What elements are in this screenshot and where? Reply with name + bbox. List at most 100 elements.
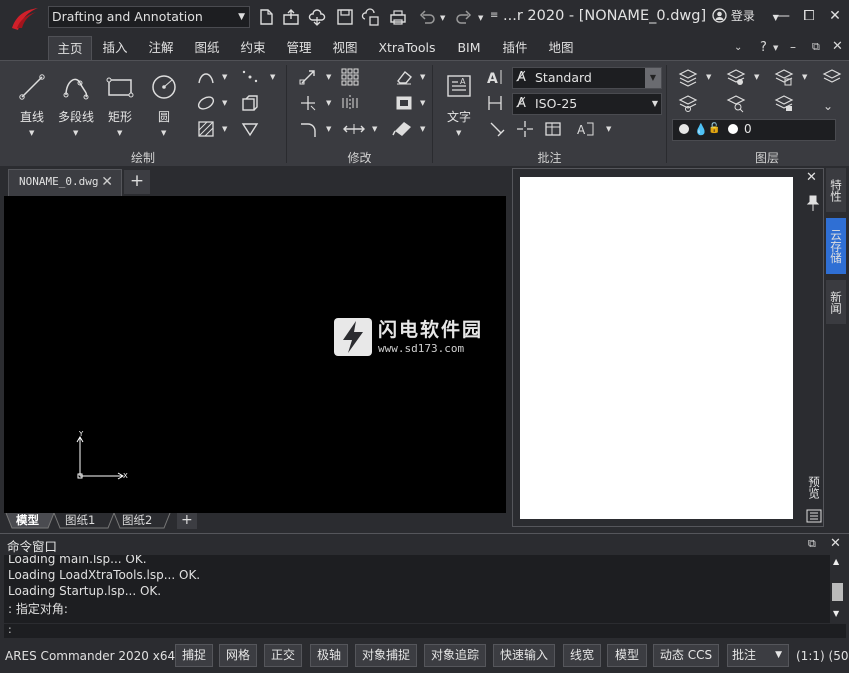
text-align-icon[interactable]: A <box>575 119 599 139</box>
ares-logo-icon[interactable] <box>8 6 40 32</box>
panel-close-icon[interactable]: ✕ <box>806 170 817 185</box>
chevron-down-icon[interactable]: ▼ <box>73 129 78 137</box>
side-tab-properties[interactable]: 特性 <box>826 168 846 212</box>
polyline-label[interactable]: 多段线 <box>54 108 98 125</box>
close-icon[interactable]: ✕ <box>101 170 113 194</box>
text-height-icon[interactable]: A <box>485 67 505 87</box>
line-label[interactable]: 直线 <box>14 108 50 125</box>
chevron-down-icon[interactable]: ▼ <box>222 99 227 107</box>
chevron-down-icon[interactable]: ▼ <box>326 125 331 133</box>
grid-toggle[interactable]: 网格 <box>219 644 257 667</box>
login-button[interactable]: 登录 ▼ <box>712 7 779 24</box>
model-toggle[interactable]: 模型 <box>607 644 647 667</box>
lineweight-toggle[interactable]: 线宽 <box>563 644 601 667</box>
print-icon[interactable] <box>388 7 408 27</box>
polyline-icon[interactable] <box>62 73 90 101</box>
chevron-down-icon[interactable]: ▼ <box>372 125 377 133</box>
chevron-down-icon[interactable]: ▼ <box>222 73 227 81</box>
text-style-select[interactable]: A̸ Standard ▼ <box>512 67 662 89</box>
layers-expand-icon[interactable]: ⌄ <box>823 99 833 113</box>
chevron-down-icon[interactable]: ▼ <box>222 125 227 133</box>
point-icon[interactable] <box>240 67 260 87</box>
rectangle-label[interactable]: 矩形 <box>102 108 138 125</box>
chevron-down-icon[interactable]: ▼ <box>420 73 425 81</box>
chevron-down-icon[interactable]: ▼ <box>456 129 461 137</box>
add-layout-button[interactable]: + <box>177 513 197 529</box>
command-scrollbar[interactable]: ▲ ▼ <box>830 555 845 623</box>
ortho-toggle[interactable]: 正交 <box>264 644 302 667</box>
new-document-tab-button[interactable]: + <box>124 170 150 194</box>
chevron-down-icon[interactable]: ▼ <box>117 129 122 137</box>
pin-icon[interactable] <box>806 194 820 212</box>
quick-input-toggle[interactable]: 快速输入 <box>493 644 555 667</box>
dim-style-select[interactable]: A̸ ISO-25 ▼ <box>512 93 662 115</box>
chevron-down-icon[interactable]: ▼ <box>29 129 34 137</box>
arc-icon[interactable] <box>196 67 216 87</box>
tab-bim[interactable]: BIM <box>450 36 488 60</box>
open-file-icon[interactable] <box>281 7 301 27</box>
chevron-down-icon[interactable]: ▼ <box>420 125 425 133</box>
stretch-icon[interactable] <box>342 119 366 139</box>
scroll-thumb[interactable] <box>832 583 843 601</box>
help-icon[interactable]: ? <box>760 40 767 55</box>
mirror-icon[interactable] <box>340 93 360 113</box>
rectangle-icon[interactable] <box>106 73 134 101</box>
erase-icon[interactable] <box>394 67 414 87</box>
side-tab-news[interactable]: 新闻 <box>826 280 846 324</box>
layer-isolate-icon[interactable] <box>774 67 794 87</box>
chevron-down-icon[interactable]: ▼ <box>754 73 759 81</box>
move-icon[interactable] <box>298 67 318 87</box>
new-file-icon[interactable] <box>256 7 276 27</box>
match-properties-icon[interactable] <box>392 119 414 139</box>
chevron-down-icon[interactable]: ▼ <box>706 73 711 81</box>
layer-match-icon[interactable] <box>726 93 746 113</box>
center-mark-icon[interactable] <box>515 119 535 139</box>
tab-view[interactable]: 视图 <box>326 36 364 60</box>
tab-sheets[interactable]: 图纸 <box>188 36 226 60</box>
undo-dropdown-icon[interactable]: ▼ <box>440 14 445 22</box>
workspace-selector[interactable]: Drafting and Annotation ▼ <box>48 6 250 28</box>
ellipse-icon[interactable] <box>196 93 216 113</box>
save-icon[interactable] <box>335 7 355 27</box>
layer-settings-icon[interactable] <box>678 93 698 113</box>
restore-button[interactable]: ⧠ <box>798 6 820 26</box>
layout-tab-sheet2[interactable]: 图纸2 <box>122 513 152 529</box>
explode-icon[interactable] <box>394 93 414 113</box>
annotation-scale-select[interactable]: 批注 ▼ <box>727 644 789 667</box>
text-label[interactable]: 文字 <box>441 108 477 125</box>
chevron-down-icon[interactable]: ▼ <box>270 73 275 81</box>
command-window-restore-icon[interactable]: ⧉ <box>808 537 816 551</box>
layer-previous-icon[interactable] <box>774 93 794 113</box>
tab-home[interactable]: 主页 <box>48 36 92 60</box>
layout-tab-sheet1[interactable]: 图纸1 <box>65 513 95 529</box>
fillet-icon[interactable] <box>298 119 318 139</box>
array-icon[interactable] <box>340 67 360 87</box>
undo-icon[interactable] <box>417 7 437 27</box>
command-window-close-icon[interactable]: ✕ <box>830 536 841 551</box>
panel-options-icon[interactable] <box>806 509 822 523</box>
layout-tab-model[interactable]: 模型 <box>16 513 39 529</box>
text-icon[interactable]: A <box>445 73 473 99</box>
tab-plugins[interactable]: 插件 <box>496 36 534 60</box>
tab-map[interactable]: 地图 <box>542 36 580 60</box>
tab-annotate[interactable]: 注解 <box>142 36 180 60</box>
object-track-toggle[interactable]: 对象追踪 <box>424 644 486 667</box>
customize-quick-access-icon[interactable]: ≡ <box>490 10 498 21</box>
circle-icon[interactable] <box>150 73 178 101</box>
tab-xtratools[interactable]: XtraTools <box>372 36 442 60</box>
region-icon[interactable] <box>240 93 260 113</box>
layer-walk-icon[interactable] <box>822 67 842 87</box>
chevron-down-icon[interactable]: ▼ <box>773 44 778 52</box>
chevron-down-icon[interactable]: ▼ <box>802 73 807 81</box>
side-tab-cloud-storage[interactable]: 云存储 <box>826 218 846 274</box>
doc-minimize-icon[interactable]: – <box>790 40 796 54</box>
tab-manage[interactable]: 管理 <box>280 36 318 60</box>
trim-icon[interactable] <box>298 93 318 113</box>
redo-dropdown-icon[interactable]: ▼ <box>478 14 483 22</box>
chevron-down-icon[interactable]: ▼ <box>420 99 425 107</box>
save-as-cloud-icon[interactable] <box>361 7 381 27</box>
wipeout-icon[interactable] <box>240 119 260 139</box>
chevron-down-icon[interactable]: ▼ <box>326 99 331 107</box>
scroll-down-icon[interactable]: ▼ <box>833 609 839 618</box>
cloud-icon[interactable] <box>307 7 327 27</box>
